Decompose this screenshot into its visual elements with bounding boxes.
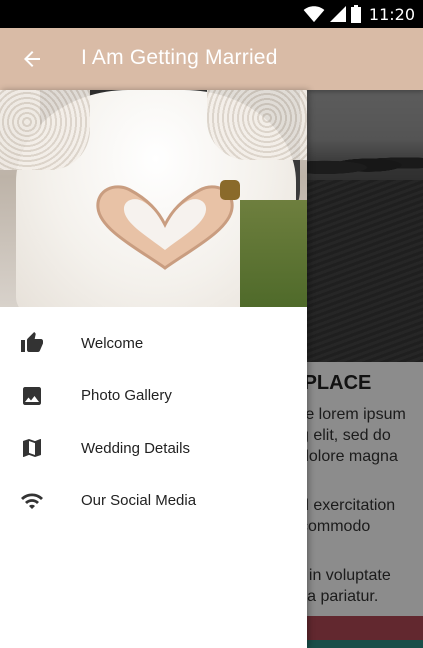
status-icons: 11:20 <box>303 4 415 24</box>
lace-sleeve-left <box>0 90 90 170</box>
wifi-icon <box>21 493 43 509</box>
wifi-icon <box>303 6 325 23</box>
app-bar: I Am Getting Married <box>0 28 423 90</box>
status-time: 11:20 <box>368 4 415 24</box>
lace-sleeve-right <box>207 90 307 160</box>
menu-item-label: Wedding Details <box>81 439 190 457</box>
menu-item-photo-gallery[interactable]: Photo Gallery <box>0 370 307 423</box>
app-title: I Am Getting Married <box>81 46 278 69</box>
map-icon <box>23 439 41 458</box>
battery-icon <box>350 5 361 23</box>
drawer-menu: Welcome Photo Gallery Wedding Details Ou… <box>0 307 307 527</box>
navigation-drawer: Welcome Photo Gallery Wedding Details Ou… <box>0 90 307 648</box>
signal-icon <box>329 6 346 22</box>
menu-item-label: Photo Gallery <box>81 387 172 405</box>
image-icon <box>23 386 41 405</box>
arrow-back-icon[interactable] <box>20 47 44 71</box>
menu-item-label: Our Social Media <box>81 492 197 510</box>
heart-hands <box>96 180 240 270</box>
menu-item-wedding-details[interactable]: Wedding Details <box>0 422 307 475</box>
drawer-header-image <box>0 90 307 307</box>
thumb-up-icon <box>21 332 43 353</box>
menu-item-welcome[interactable]: Welcome <box>0 317 307 370</box>
status-bar: 11:20 <box>0 0 423 28</box>
menu-item-label: Welcome <box>81 334 144 352</box>
menu-item-social-media[interactable]: Our Social Media <box>0 475 307 528</box>
